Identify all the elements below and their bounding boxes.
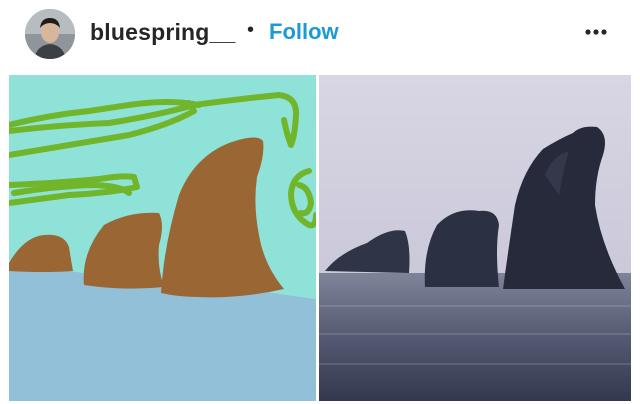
photo-image xyxy=(319,75,631,401)
separator-dot: • xyxy=(247,19,255,41)
post-media[interactable] xyxy=(9,75,631,401)
follow-button[interactable]: Follow xyxy=(269,19,339,45)
username[interactable]: bluespring__ xyxy=(90,19,236,46)
avatar[interactable] xyxy=(25,9,75,59)
post-header: bluespring__ • Follow xyxy=(0,0,640,68)
more-options-icon[interactable] xyxy=(580,16,612,48)
profile-photo xyxy=(25,9,75,59)
drawing-image xyxy=(9,75,316,401)
